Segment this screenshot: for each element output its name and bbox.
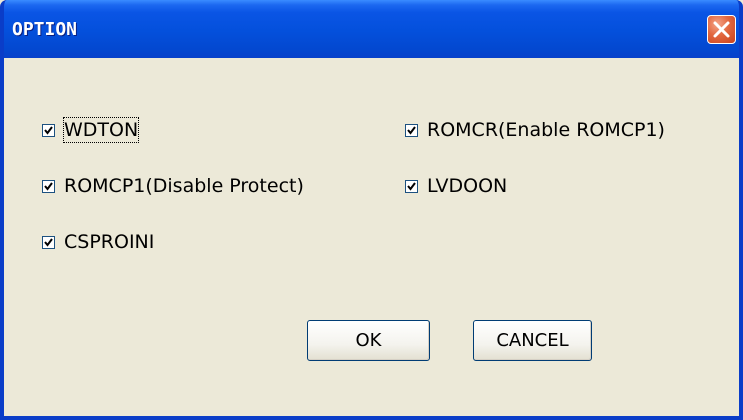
option-romcp1[interactable]: ROMCP1(Disable Protect)	[42, 174, 304, 198]
wdton-label[interactable]: WDTON	[62, 117, 140, 143]
close-icon	[713, 21, 730, 38]
option-csproini[interactable]: CSPROINI	[42, 230, 154, 254]
dialog-body: WDTON ROMCR(Enable ROMCP1) ROMCP1(Disabl…	[4, 58, 739, 416]
checkmark-icon	[407, 181, 416, 191]
csproini-label[interactable]: CSPROINI	[64, 230, 154, 254]
option-wdton[interactable]: WDTON	[42, 117, 140, 143]
lvdoon-label[interactable]: LVDOON	[427, 174, 507, 198]
wdton-checkbox[interactable]	[42, 123, 55, 137]
checkmark-icon	[407, 125, 416, 135]
option-romcr[interactable]: ROMCR(Enable ROMCP1)	[405, 118, 665, 142]
romcp1-label[interactable]: ROMCP1(Disable Protect)	[64, 174, 304, 198]
checkmark-icon	[44, 237, 53, 247]
checkmark-icon	[44, 125, 53, 135]
close-button[interactable]	[707, 15, 736, 44]
window-title: OPTION	[12, 19, 78, 40]
ok-button[interactable]: OK	[307, 320, 430, 361]
option-lvdoon[interactable]: LVDOON	[405, 174, 507, 198]
cancel-button[interactable]: CANCEL	[473, 320, 592, 361]
romcr-checkbox[interactable]	[405, 123, 418, 137]
csproini-checkbox[interactable]	[42, 235, 55, 249]
lvdoon-checkbox[interactable]	[405, 179, 418, 193]
checkmark-icon	[44, 181, 53, 191]
romcp1-checkbox[interactable]	[42, 179, 55, 193]
title-bar[interactable]: OPTION	[4, 0, 739, 62]
option-dialog-window: OPTION WDTON ROMCR(Enable ROMCP1) ROMCP1…	[0, 0, 743, 420]
romcr-label[interactable]: ROMCR(Enable ROMCP1)	[427, 118, 665, 142]
